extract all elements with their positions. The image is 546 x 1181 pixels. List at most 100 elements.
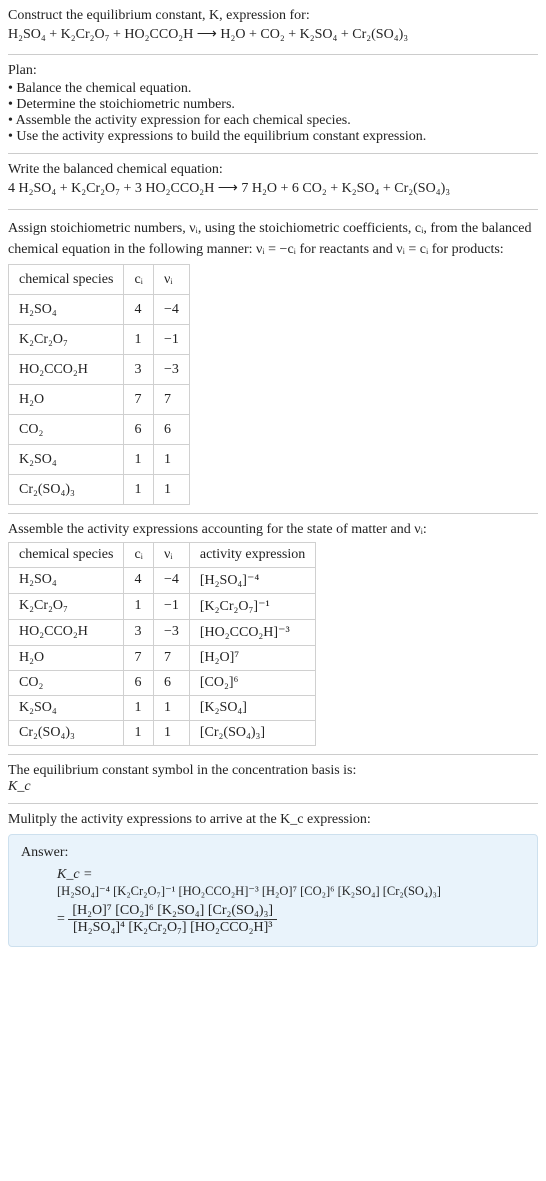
stoich-table-2: chemical species cᵢ νᵢ activity expressi… (8, 542, 316, 746)
cell: 1 (153, 695, 189, 720)
cell: K₂SO₄ (9, 695, 124, 720)
table-row: K₂SO₄ 1 1 (9, 444, 190, 474)
answer-fraction: [H₂O]⁷ [CO₂]⁶ [K₂SO₄] [Cr₂(SO₄)₃] [H₂SO₄… (68, 903, 277, 936)
multiply-text: Mulitply the activity expressions to arr… (8, 812, 538, 828)
assemble-text: Assemble the activity expressions accoun… (8, 522, 538, 538)
cell: 7 (124, 384, 154, 414)
kc-text: The equilibrium constant symbol in the c… (8, 763, 538, 779)
kc-equals: K_c = (57, 867, 93, 882)
assemble-block: Assemble the activity expressions accoun… (8, 522, 538, 746)
table-row: CO₂ 6 6 (9, 414, 190, 444)
answer-box: Answer: K_c = [H₂SO₄]⁻⁴ [K₂Cr₂O₇]⁻¹ [HO₂… (8, 834, 538, 947)
cell: 1 (124, 695, 154, 720)
balanced-block: Write the balanced chemical equation: 4 … (8, 162, 538, 200)
assign-text: Assign stoichiometric numbers, νᵢ, using… (8, 218, 538, 260)
title-block: Construct the equilibrium constant, K, e… (8, 8, 538, 46)
col-nui: νᵢ (153, 542, 189, 567)
col-activity: activity expression (189, 542, 315, 567)
cell: 7 (124, 645, 154, 670)
divider (8, 153, 538, 154)
cell: 1 (124, 324, 154, 354)
table-row: HO₂CCO₂H 3 −3 [HO₂CCO₂H]⁻³ (9, 619, 316, 645)
col-ci: cᵢ (124, 264, 154, 294)
stoich-table-1: chemical species cᵢ νᵢ H₂SO₄ 4 −4 K₂Cr₂O… (8, 264, 190, 505)
table-row: H₂SO₄ 4 −4 [H₂SO₄]⁻⁴ (9, 567, 316, 593)
cell: 6 (124, 670, 154, 695)
plan-heading: Plan: (8, 63, 538, 79)
plan-item: Assemble the activity expression for eac… (8, 113, 538, 129)
balanced-equation: 4 H₂SO₄ + K₂Cr₂O₇ + 3 HO₂CCO₂H ⟶ 7 H₂O +… (8, 178, 538, 200)
cell: Cr₂(SO₄)₃ (9, 474, 124, 504)
assign-block: Assign stoichiometric numbers, νᵢ, using… (8, 218, 538, 505)
cell: 4 (124, 567, 154, 593)
col-species: chemical species (9, 264, 124, 294)
cell: [K₂Cr₂O₇]⁻¹ (189, 593, 315, 619)
cell: 3 (124, 619, 154, 645)
divider (8, 754, 538, 755)
cell: −3 (153, 619, 189, 645)
kc-symbol-block: The equilibrium constant symbol in the c… (8, 763, 538, 795)
fraction-numerator: [H₂O]⁷ [CO₂]⁶ [K₂SO₄] [Cr₂(SO₄)₃] (68, 903, 277, 920)
cell: 1 (153, 720, 189, 745)
table-row: K₂Cr₂O₇ 1 −1 (9, 324, 190, 354)
cell: CO₂ (9, 414, 124, 444)
cell: −3 (153, 354, 189, 384)
title-text: Construct the equilibrium constant, K, e… (8, 8, 538, 24)
equals-sign: = (57, 912, 65, 927)
title-equation: H₂SO₄ + K₂Cr₂O₇ + HO₂CCO₂H ⟶ H₂O + CO₂ +… (8, 24, 538, 46)
cell: 7 (153, 384, 189, 414)
cell: 1 (124, 474, 154, 504)
cell: H₂SO₄ (9, 294, 124, 324)
cell: H₂O (9, 645, 124, 670)
table-row: H₂SO₄ 4 −4 (9, 294, 190, 324)
plan-list: Balance the chemical equation. Determine… (8, 81, 538, 145)
table-header-row: chemical species cᵢ νᵢ activity expressi… (9, 542, 316, 567)
col-nui: νᵢ (153, 264, 189, 294)
cell: 1 (124, 444, 154, 474)
cell: 1 (124, 720, 154, 745)
cell: CO₂ (9, 670, 124, 695)
cell: [K₂SO₄] (189, 695, 315, 720)
plan-block: Plan: Balance the chemical equation. Det… (8, 63, 538, 145)
table-row: H₂O 7 7 (9, 384, 190, 414)
table-header-row: chemical species cᵢ νᵢ (9, 264, 190, 294)
cell: [H₂O]⁷ (189, 645, 315, 670)
divider (8, 209, 538, 210)
plan-item: Use the activity expressions to build th… (8, 129, 538, 145)
cell: H₂SO₄ (9, 567, 124, 593)
multiply-block: Mulitply the activity expressions to arr… (8, 812, 538, 947)
cell: −1 (153, 324, 189, 354)
cell: [CO₂]⁶ (189, 670, 315, 695)
cell: 1 (153, 444, 189, 474)
plan-item: Determine the stoichiometric numbers. (8, 97, 538, 113)
cell: K₂SO₄ (9, 444, 124, 474)
cell: 3 (124, 354, 154, 384)
cell: 6 (153, 414, 189, 444)
plan-item: Balance the chemical equation. (8, 81, 538, 97)
cell: [H₂SO₄]⁻⁴ (189, 567, 315, 593)
table-row: H₂O 7 7 [H₂O]⁷ (9, 645, 316, 670)
fraction-denominator: [H₂SO₄]⁴ [K₂Cr₂O₇] [HO₂CCO₂H]³ (68, 920, 277, 936)
table-row: K₂Cr₂O₇ 1 −1 [K₂Cr₂O₇]⁻¹ (9, 593, 316, 619)
cell: −1 (153, 593, 189, 619)
table-row: Cr₂(SO₄)₃ 1 1 (9, 474, 190, 504)
table-row: Cr₂(SO₄)₃ 1 1 [Cr₂(SO₄)₃] (9, 720, 316, 745)
cell: HO₂CCO₂H (9, 619, 124, 645)
cell: 6 (153, 670, 189, 695)
cell: K₂Cr₂O₇ (9, 593, 124, 619)
cell: −4 (153, 567, 189, 593)
table-row: K₂SO₄ 1 1 [K₂SO₄] (9, 695, 316, 720)
cell: H₂O (9, 384, 124, 414)
kc-symbol: K_c (8, 779, 31, 794)
table-row: HO₂CCO₂H 3 −3 (9, 354, 190, 384)
cell: Cr₂(SO₄)₃ (9, 720, 124, 745)
cell: −4 (153, 294, 189, 324)
cell: 1 (124, 593, 154, 619)
balanced-heading: Write the balanced chemical equation: (8, 162, 538, 178)
table-row: CO₂ 6 6 [CO₂]⁶ (9, 670, 316, 695)
cell: 4 (124, 294, 154, 324)
cell: [HO₂CCO₂H]⁻³ (189, 619, 315, 645)
col-species: chemical species (9, 542, 124, 567)
answer-label: Answer: (21, 845, 525, 861)
col-ci: cᵢ (124, 542, 154, 567)
